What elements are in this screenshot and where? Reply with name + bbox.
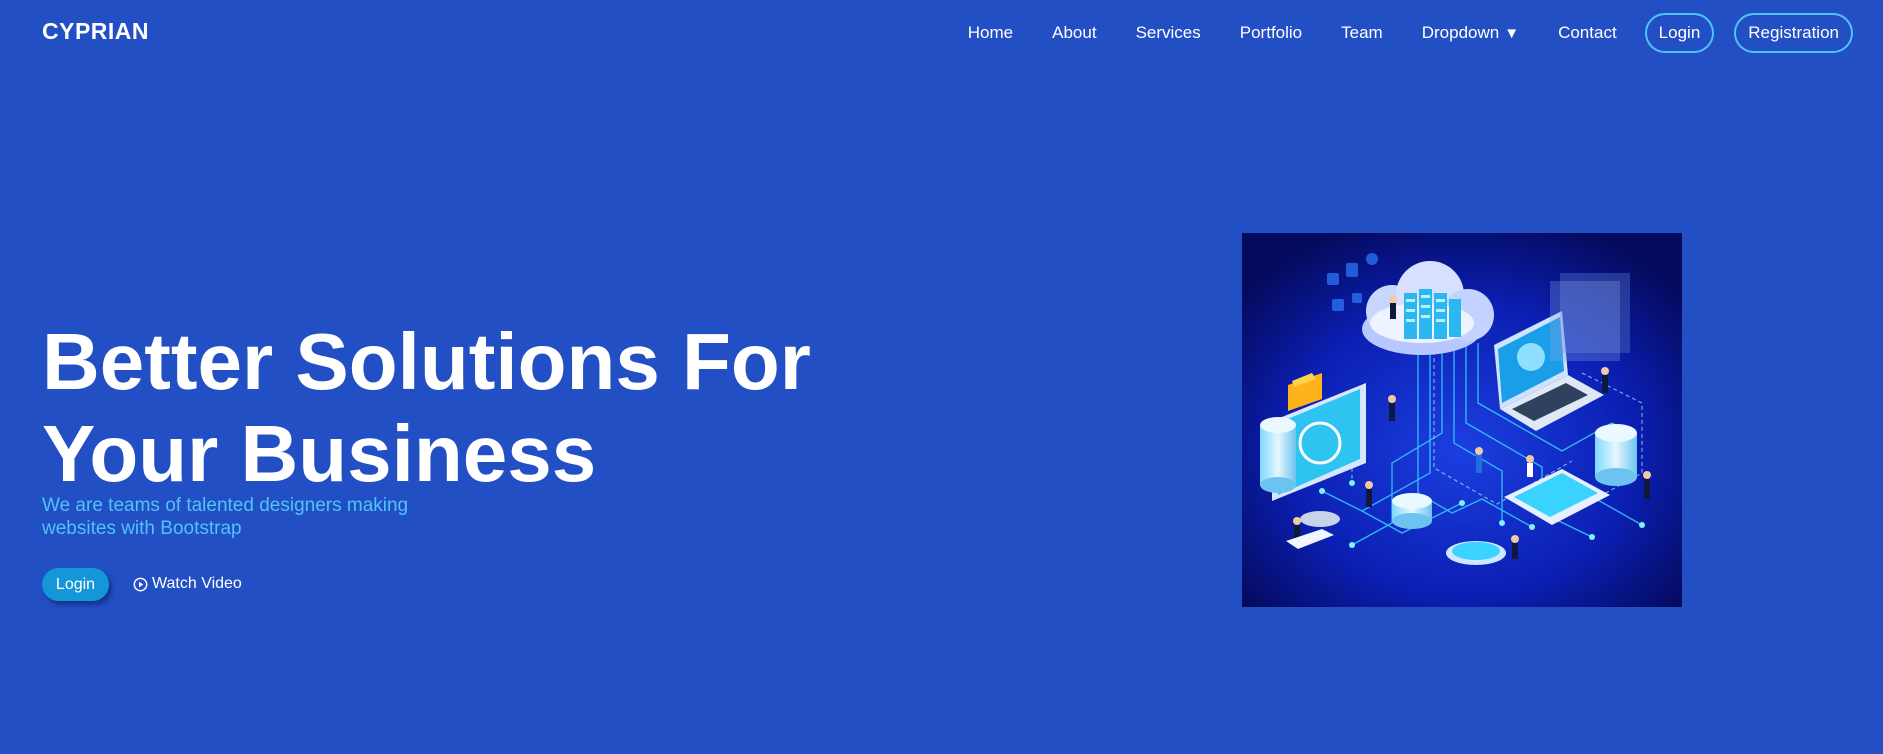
- nav-home[interactable]: Home: [968, 23, 1013, 43]
- watch-video-link[interactable]: Watch Video: [133, 575, 242, 593]
- main-nav: Home About Services Portfolio Team Dropd…: [968, 13, 1853, 53]
- hero-title-line1: Better Solutions For: [42, 317, 811, 406]
- hero-title-line2: Your Business: [42, 409, 597, 498]
- nav-contact[interactable]: Contact: [1558, 23, 1617, 43]
- nav-login-button[interactable]: Login: [1644, 13, 1715, 53]
- nav-services[interactable]: Services: [1136, 23, 1201, 43]
- watch-video-label: Watch Video: [152, 575, 242, 592]
- nav-team[interactable]: Team: [1341, 23, 1383, 43]
- nav-about[interactable]: About: [1052, 23, 1096, 43]
- nav-dropdown[interactable]: Dropdown ▼: [1422, 23, 1519, 43]
- hero-title: Better Solutions For Your Business: [42, 316, 902, 500]
- cloud-network-illustration: [1242, 233, 1682, 607]
- nav-portfolio[interactable]: Portfolio: [1240, 23, 1302, 43]
- hero-subtitle: We are teams of talented designers makin…: [42, 495, 409, 539]
- nav-registration-button[interactable]: Registration: [1734, 13, 1853, 53]
- caret-down-icon: ▼: [1504, 25, 1520, 42]
- hero-login-button[interactable]: Login: [42, 568, 109, 601]
- play-circle-icon: [133, 577, 148, 591]
- brand-logo[interactable]: CYPRIAN: [42, 18, 149, 45]
- nav-dropdown-label: Dropdown: [1421, 23, 1500, 42]
